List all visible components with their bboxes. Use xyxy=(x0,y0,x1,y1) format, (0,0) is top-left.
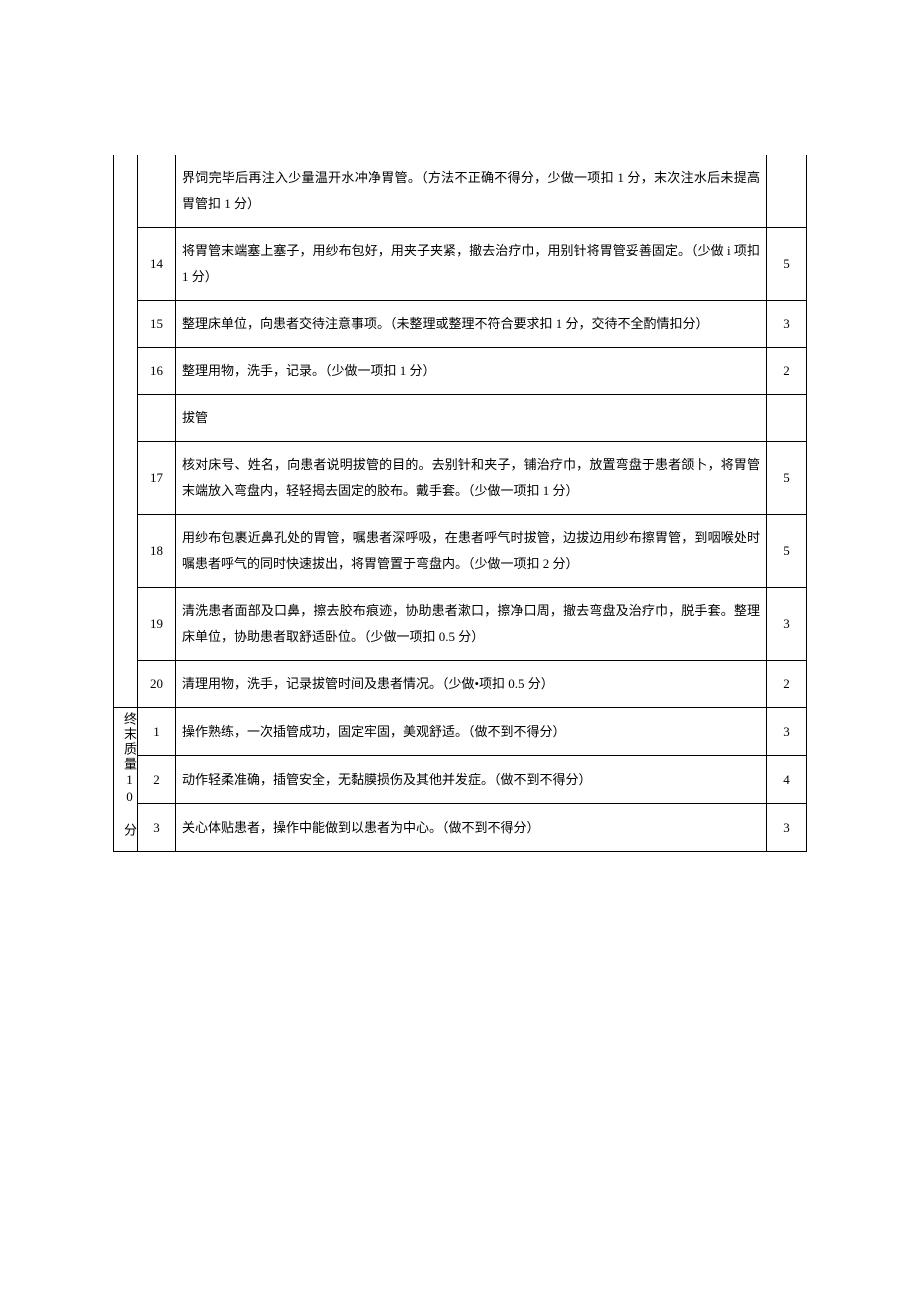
table-row: 拔管 xyxy=(114,395,807,442)
num-cell: 2 xyxy=(138,756,176,804)
num-cell: 20 xyxy=(138,661,176,708)
table-row: 2 动作轻柔准确，插管安全，无黏膜损伤及其他并发症。（做不到不得分） 4 xyxy=(114,756,807,804)
score-cell: 3 xyxy=(767,708,807,756)
content-cell: 清理用物，洗手，记录拔管时间及患者情况。（少做•项扣 0.5 分） xyxy=(176,661,767,708)
score-cell: 2 xyxy=(767,661,807,708)
num-cell: 3 xyxy=(138,804,176,852)
score-cell: 5 xyxy=(767,228,807,301)
section-label: 终末质量10 分 xyxy=(116,712,142,838)
content-cell: 关心体贴患者，操作中能做到以患者为中心。（做不到不得分） xyxy=(176,804,767,852)
score-cell: 3 xyxy=(767,301,807,348)
num-cell: 19 xyxy=(138,588,176,661)
evaluation-table: 界饲完毕后再注入少量温开水冲净胃管。（方法不正确不得分，少做一项扣 1 分，末次… xyxy=(113,155,807,852)
score-cell xyxy=(767,155,807,228)
section-cell-final: 终末质量10 分 xyxy=(114,708,138,852)
score-cell: 5 xyxy=(767,442,807,515)
table-row: 20 清理用物，洗手，记录拔管时间及患者情况。（少做•项扣 0.5 分） 2 xyxy=(114,661,807,708)
content-cell: 用纱布包裹近鼻孔处的胃管，嘱患者深呼吸，在患者呼气时拔管，边拔边用纱布擦胃管，到… xyxy=(176,515,767,588)
content-cell: 拔管 xyxy=(176,395,767,442)
content-cell: 界饲完毕后再注入少量温开水冲净胃管。（方法不正确不得分，少做一项扣 1 分，末次… xyxy=(176,155,767,228)
num-cell xyxy=(138,155,176,228)
table-row: 3 关心体贴患者，操作中能做到以患者为中心。（做不到不得分） 3 xyxy=(114,804,807,852)
content-cell: 动作轻柔准确，插管安全，无黏膜损伤及其他并发症。（做不到不得分） xyxy=(176,756,767,804)
num-cell: 16 xyxy=(138,348,176,395)
table-row: 终末质量10 分 1 操作熟练，一次插管成功，固定牢固，美观舒适。（做不到不得分… xyxy=(114,708,807,756)
table-row: 界饲完毕后再注入少量温开水冲净胃管。（方法不正确不得分，少做一项扣 1 分，末次… xyxy=(114,155,807,228)
score-cell: 2 xyxy=(767,348,807,395)
table-row: 19 清洗患者面部及口鼻，擦去胶布痕迹，协助患者漱口，擦净口周，撤去弯盘及治疗巾… xyxy=(114,588,807,661)
num-cell xyxy=(138,395,176,442)
table-row: 18 用纱布包裹近鼻孔处的胃管，嘱患者深呼吸，在患者呼气时拔管，边拔边用纱布擦胃… xyxy=(114,515,807,588)
score-cell xyxy=(767,395,807,442)
num-cell: 17 xyxy=(138,442,176,515)
table-row: 14 将胃管末端塞上塞子，用纱布包好，用夹子夹紧，撤去治疗巾，用别针将胃管妥善固… xyxy=(114,228,807,301)
score-cell: 5 xyxy=(767,515,807,588)
num-cell: 15 xyxy=(138,301,176,348)
table-row: 16 整理用物，洗手，记录。（少做一项扣 1 分） 2 xyxy=(114,348,807,395)
num-cell: 18 xyxy=(138,515,176,588)
table-row: 17 核对床号、姓名，向患者说明拔管的目的。去别针和夹子，铺治疗巾，放置弯盘于患… xyxy=(114,442,807,515)
content-cell: 将胃管末端塞上塞子，用纱布包好，用夹子夹紧，撤去治疗巾，用别针将胃管妥善固定。（… xyxy=(176,228,767,301)
table-row: 15 整理床单位，向患者交待注意事项。（未整理或整理不符合要求扣 1 分，交待不… xyxy=(114,301,807,348)
content-cell: 操作熟练，一次插管成功，固定牢固，美观舒适。（做不到不得分） xyxy=(176,708,767,756)
content-cell: 清洗患者面部及口鼻，擦去胶布痕迹，协助患者漱口，擦净口周，撤去弯盘及治疗巾，脱手… xyxy=(176,588,767,661)
score-cell: 3 xyxy=(767,804,807,852)
num-cell: 14 xyxy=(138,228,176,301)
section-cell-main xyxy=(114,155,138,708)
content-cell: 整理用物，洗手，记录。（少做一项扣 1 分） xyxy=(176,348,767,395)
content-cell: 核对床号、姓名，向患者说明拔管的目的。去别针和夹子，铺治疗巾，放置弯盘于患者颌卜… xyxy=(176,442,767,515)
num-cell: 1 xyxy=(138,708,176,756)
content-cell: 整理床单位，向患者交待注意事项。（未整理或整理不符合要求扣 1 分，交待不全酌情… xyxy=(176,301,767,348)
score-cell: 3 xyxy=(767,588,807,661)
score-cell: 4 xyxy=(767,756,807,804)
